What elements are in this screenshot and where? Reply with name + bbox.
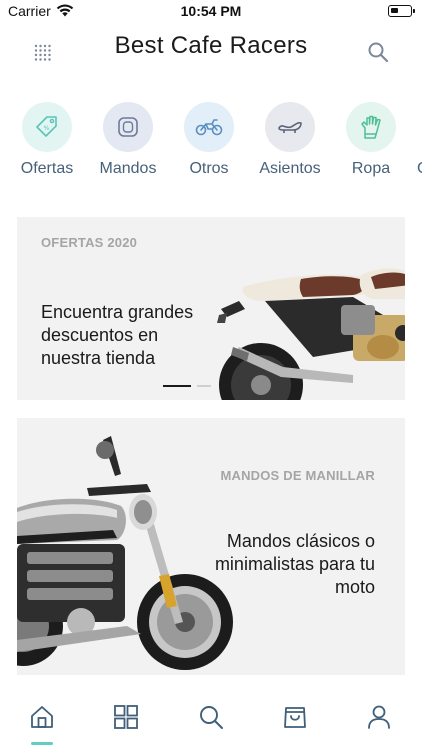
status-bar: Carrier 10:54 PM (0, 0, 422, 24)
pagination-dot (197, 385, 211, 387)
home-icon (31, 706, 53, 728)
active-tab-indicator (31, 742, 53, 745)
price-tag-icon: % (22, 102, 72, 152)
category-ofertas[interactable]: % Ofertas (7, 100, 87, 178)
tab-search[interactable] (191, 704, 231, 744)
tab-categories[interactable] (106, 704, 146, 744)
category-label: Ropa (351, 160, 391, 177)
glove-icon (346, 102, 396, 152)
carousel-pagination (163, 385, 223, 389)
app-header: Best Cafe Racers (0, 28, 422, 78)
banner-headline: Encuentra grandes descuentos en nuestra … (41, 302, 194, 368)
motorcycle-icon (184, 102, 234, 152)
tab-cart[interactable] (275, 704, 315, 744)
category-next-partial[interactable]: C (412, 100, 422, 178)
category-ropa[interactable]: Ropa (331, 100, 411, 178)
promo-banner-ofertas[interactable]: OFERTAS 2020 Encuentra grandes descuento… (17, 217, 405, 400)
category-label: Asientos (259, 160, 321, 177)
seat-icon (265, 102, 315, 152)
bottom-tab-bar (0, 690, 422, 750)
svg-text:%: % (44, 125, 50, 132)
categories-icon (114, 705, 138, 729)
category-carousel[interactable]: % Ofertas Mandos Otros Asientos Ropa (0, 100, 422, 190)
cafe-racer-image (217, 268, 405, 400)
battery-icon (388, 5, 415, 17)
category-label: Otros (189, 160, 229, 177)
category-label: Mandos (99, 160, 157, 177)
promo-banner-mandos[interactable]: MANDOS DE MANILLAR Mandos clásicos o min… (17, 418, 405, 675)
category-asientos[interactable]: Asientos (250, 100, 330, 178)
search-icon[interactable] (366, 40, 390, 64)
tab-profile[interactable] (359, 704, 399, 744)
category-label: Ofertas (20, 160, 74, 177)
page-title: Best Cafe Racers (114, 32, 308, 59)
search-icon (200, 706, 223, 729)
status-time: 10:54 PM (180, 3, 242, 19)
pagination-dot-active (163, 385, 191, 387)
tab-home[interactable] (22, 704, 62, 744)
motorcycle-image (17, 436, 233, 670)
profile-icon (368, 705, 390, 729)
grip-icon (103, 102, 153, 152)
category-mandos[interactable]: Mandos (88, 100, 168, 178)
banner-eyebrow: OFERTAS 2020 (41, 235, 138, 250)
category-otros[interactable]: Otros (169, 100, 249, 178)
cart-icon (284, 707, 306, 728)
banner-eyebrow: MANDOS DE MANILLAR (220, 468, 375, 483)
